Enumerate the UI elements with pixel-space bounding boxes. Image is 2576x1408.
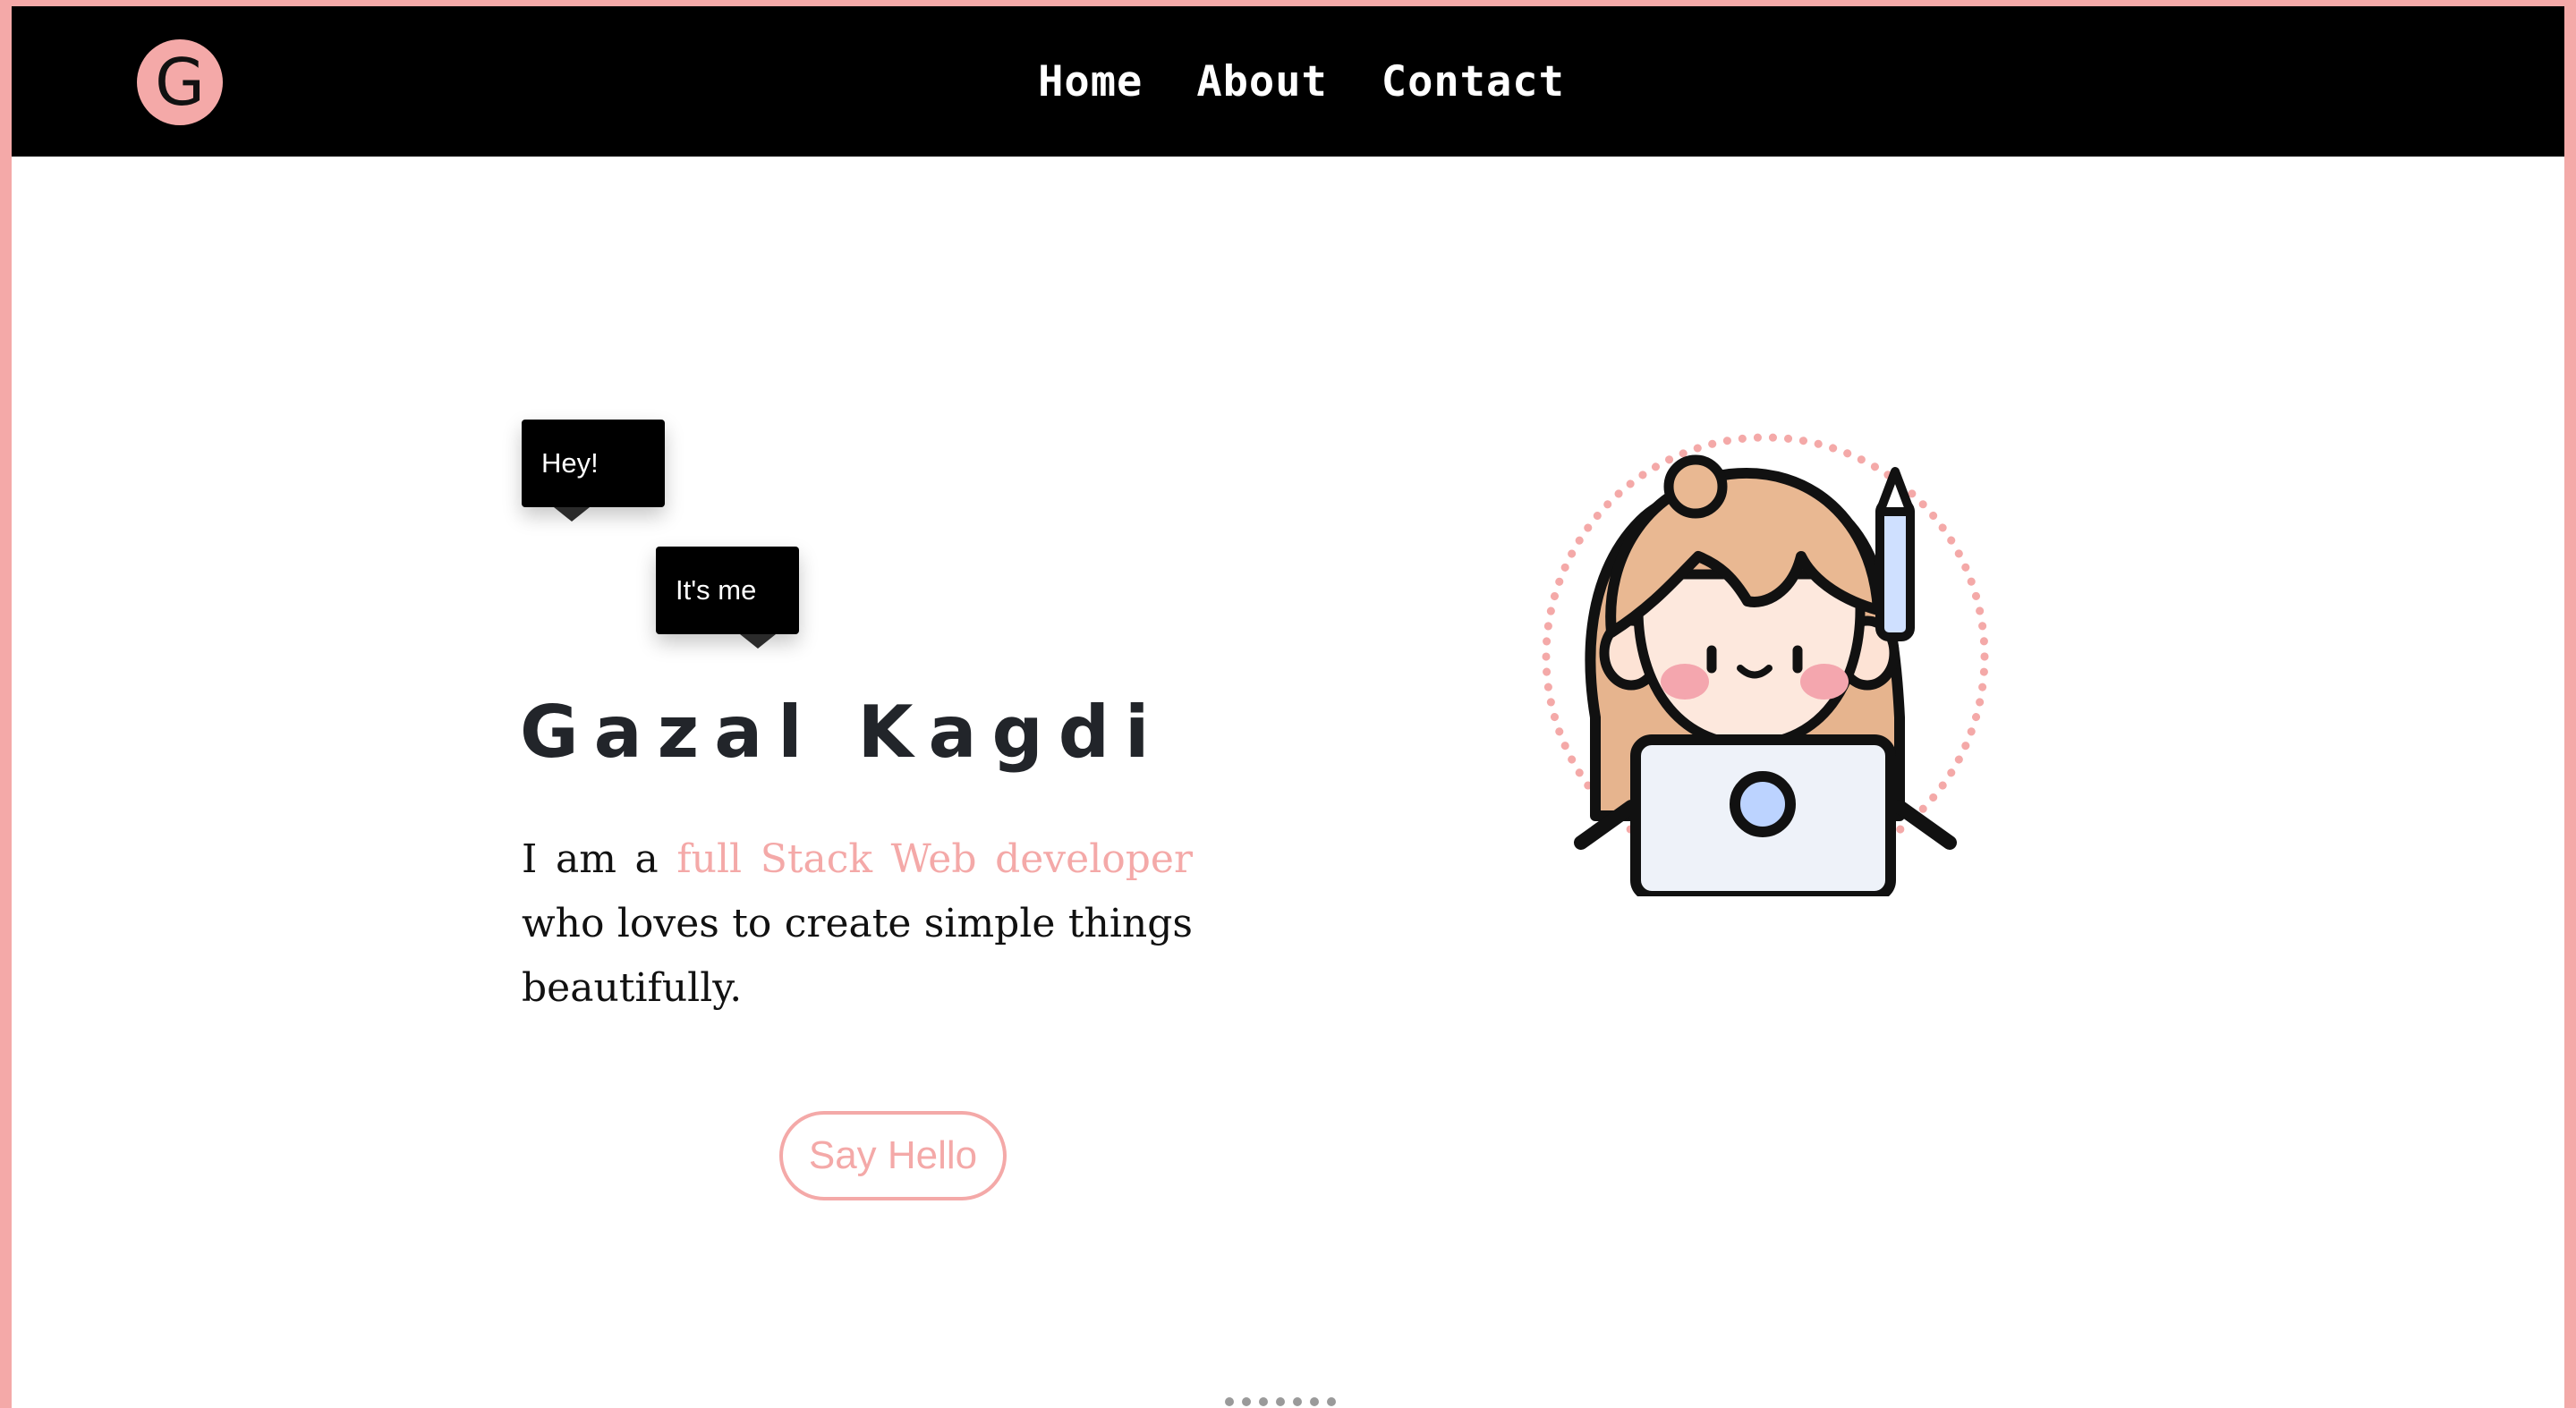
scroll-dot [1310,1397,1319,1406]
scroll-dot [1225,1397,1234,1406]
scroll-dot [1327,1397,1336,1406]
greeting-bubble: Hey! [522,420,665,522]
girl-with-laptop-illustration [1542,433,1989,896]
hero-bio: I am a full Stack Web developer who love… [522,827,1193,1021]
bio-suffix: who loves to create simple things beauti… [522,901,1193,1011]
pencil-tip [1875,467,1915,516]
scroll-indicator [1225,1397,1336,1406]
intro-bubble: It's me [656,547,799,649]
scroll-dot [1276,1397,1285,1406]
intro-bubble-text: It's me [676,574,757,606]
nav-home-link[interactable]: Home [1038,57,1143,106]
nav-about-link[interactable]: About [1196,57,1327,106]
greeting-bubble-text: Hey! [541,447,599,479]
nav-links: Home About Contact [12,6,2564,157]
scroll-dot [1242,1397,1251,1406]
cheek-left [1661,664,1709,700]
bubble-tail [554,507,590,522]
say-hello-button[interactable]: Say Hello [779,1111,1007,1200]
cheek-right [1800,664,1849,700]
scroll-dot [1293,1397,1302,1406]
laptop-logo [1730,771,1796,837]
bubble-tail [740,634,776,649]
pencil [1875,498,1915,641]
scroll-dot [1259,1397,1268,1406]
hero-name: Gazal Kagdi [520,691,1165,774]
bio-prefix: I am a [522,836,677,882]
bio-highlight: full Stack Web developer [676,836,1193,882]
navbar: G Home About Contact [12,6,2564,157]
hair-bun [1663,454,1728,519]
page-frame: G Home About Contact Hey! It's me Gazal … [12,6,2564,1408]
nav-contact-link[interactable]: Contact [1382,57,1565,106]
